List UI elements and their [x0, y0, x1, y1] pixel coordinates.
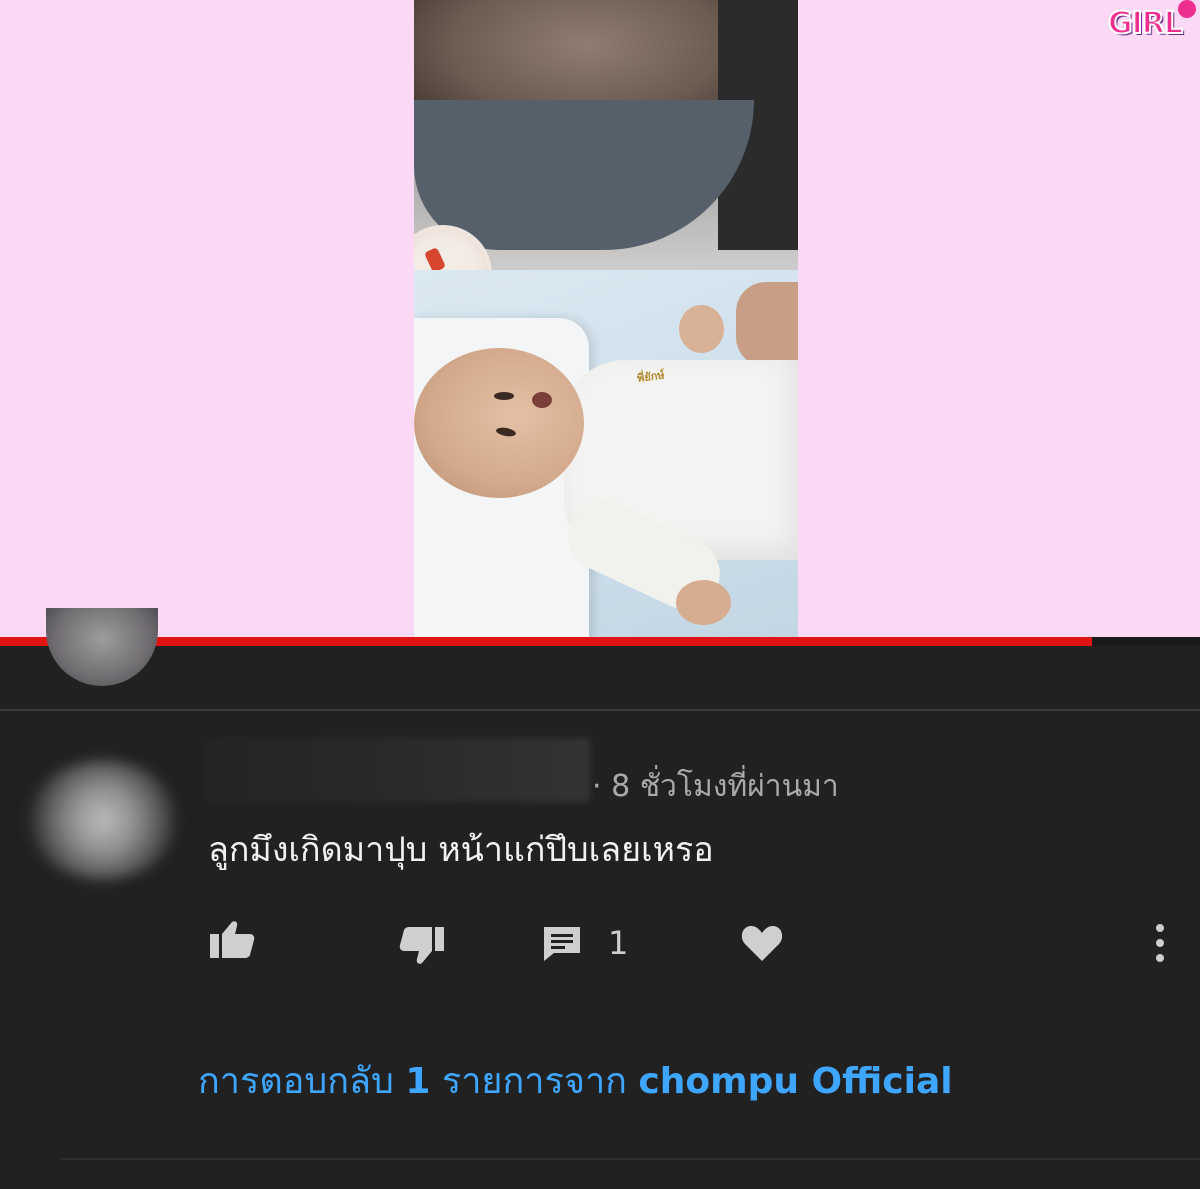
view-replies-link[interactable]: การตอบกลับ 1 รายการจาก chompu Official	[198, 1052, 953, 1109]
comment-text: ลูกมึงเกิดมาปุบ หน้าแก่ปึบเลยเหรอ	[208, 830, 714, 870]
thumbs-down-icon	[399, 927, 444, 964]
dislike-button[interactable]	[398, 920, 452, 970]
creator-heart-button[interactable]	[740, 918, 788, 968]
reply-button[interactable]: 1	[540, 918, 628, 968]
view-replies-middle: รายการจาก	[430, 1061, 639, 1102]
video-player[interactable]: พี่ยักษ์ GIRL	[0, 0, 1200, 640]
like-button[interactable]	[208, 915, 262, 965]
bottom-divider	[60, 1158, 1200, 1160]
menu-dot	[1156, 954, 1164, 962]
comment-icon	[544, 927, 580, 961]
heart-icon	[741, 926, 783, 961]
view-replies-channel: chompu Official	[638, 1061, 953, 1102]
baby-shirt-print: พี่ยักษ์	[636, 368, 666, 386]
view-replies-prefix: การตอบกลับ	[198, 1061, 406, 1102]
menu-dot	[1156, 939, 1164, 947]
video-frame: พี่ยักษ์	[414, 0, 798, 640]
baby-head-figure	[414, 348, 584, 498]
comment-timestamp[interactable]: · 8 ชั่วโมงที่ผ่านมา	[592, 763, 839, 810]
more-vertical-icon[interactable]	[1146, 918, 1174, 968]
baby-mouth-figure	[532, 392, 552, 408]
baby-eye	[495, 426, 517, 438]
watermark-text: GIRL	[1107, 5, 1184, 42]
menu-dot	[1156, 924, 1164, 932]
channel-watermark-logo: GIRL	[1086, 0, 1196, 46]
baby-hand-figure	[676, 580, 731, 625]
video-progress-fill	[0, 637, 1092, 646]
thumbs-up-icon	[210, 921, 255, 958]
adult-hand-figure	[736, 282, 798, 367]
dark-pillow-figure	[414, 100, 754, 250]
baby-eye	[494, 392, 514, 400]
comment-author-name-blurred[interactable]	[205, 738, 590, 802]
view-replies-count: 1	[405, 1061, 431, 1102]
previous-comment-avatar[interactable]	[46, 608, 158, 686]
baby-foot-figure	[679, 305, 724, 353]
comment-divider	[0, 709, 1200, 711]
comment-author-avatar[interactable]	[28, 760, 178, 880]
video-progress-bar[interactable]	[0, 637, 1200, 646]
reply-count: 1	[608, 924, 629, 962]
